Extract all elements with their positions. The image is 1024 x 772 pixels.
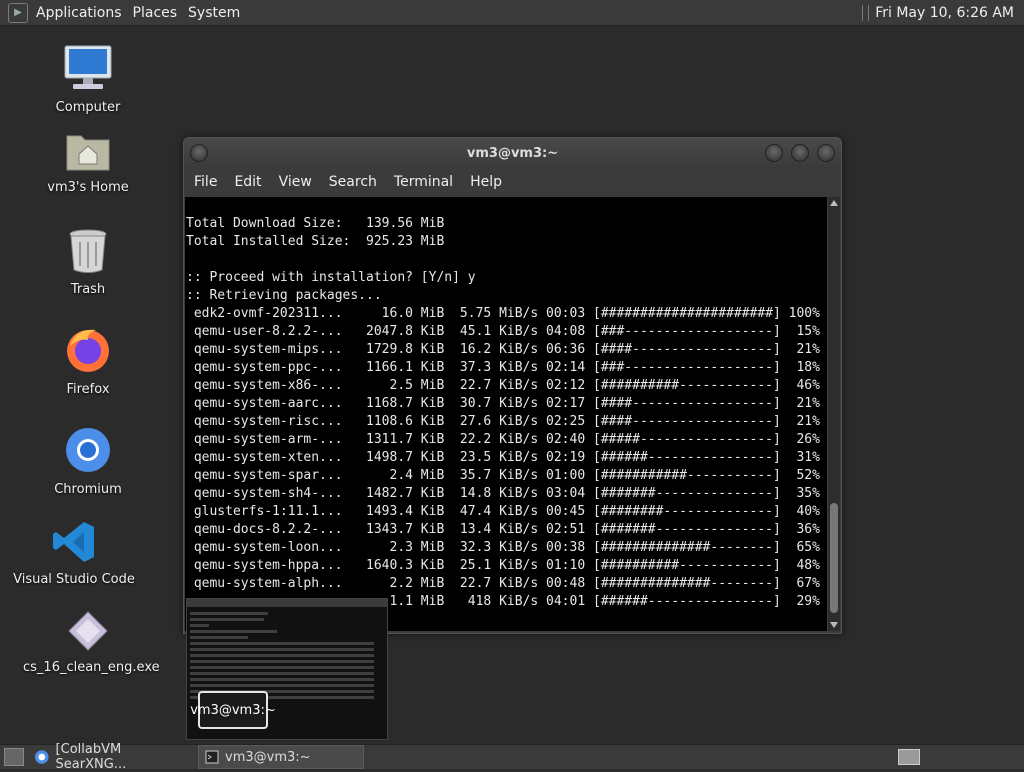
show-desktop-icon[interactable] xyxy=(4,748,24,766)
desktop-icon-computer[interactable]: Computer xyxy=(23,44,153,115)
scroll-up-icon[interactable] xyxy=(830,200,838,206)
terminal-line: qemu-user-8.2.2-... 2047.8 KiB 45.1 KiB/… xyxy=(186,324,820,339)
taskbar-item-browser[interactable]: [CollabVM SearXNG... xyxy=(28,742,198,772)
window-preview-label: vm3@vm3:~ xyxy=(190,691,276,729)
trash-icon xyxy=(23,228,153,278)
maximize-button[interactable] xyxy=(791,144,809,162)
home-folder-icon xyxy=(23,128,153,176)
firefox-icon xyxy=(23,326,153,378)
distro-logo-icon[interactable]: ▶ xyxy=(8,2,28,23)
terminal-line: qemu-system-xten... 1498.7 KiB 23.5 KiB/… xyxy=(186,450,820,465)
exe-file-icon xyxy=(23,610,153,656)
clock[interactable]: Fri May 10, 6:26 AM xyxy=(852,4,1024,21)
terminal-scrollbar[interactable] xyxy=(828,197,840,631)
menu-view[interactable]: View xyxy=(279,174,323,190)
menu-system[interactable]: System xyxy=(186,5,249,21)
desktop-icon-label: Chromium xyxy=(54,482,122,497)
terminal-line: :: Proceed with installation? [Y/n] y xyxy=(186,270,476,285)
terminal-menubar: File Edit View Search Terminal Help xyxy=(184,168,841,196)
scroll-down-icon[interactable] xyxy=(830,622,838,628)
terminal-line: glusterfs-1:11.1... 1493.4 KiB 47.4 KiB/… xyxy=(186,504,820,519)
desktop-icon-label: Visual Studio Code xyxy=(13,572,135,587)
terminal-line: qemu-system-loon... 2.3 MiB 32.3 KiB/s 0… xyxy=(186,540,820,555)
minimize-button[interactable] xyxy=(765,144,783,162)
menu-file[interactable]: File xyxy=(194,174,228,190)
menu-edit[interactable]: Edit xyxy=(234,174,272,190)
desktop-icon-exe[interactable]: cs_16_clean_eng.exe xyxy=(23,610,160,675)
window-title: vm3@vm3:~ xyxy=(466,145,559,161)
terminal-line: qemu-system-sh4-... 1482.7 KiB 14.8 KiB/… xyxy=(186,486,820,501)
taskbar-item-terminal[interactable]: vm3@vm3:~ xyxy=(198,745,364,769)
terminal-line: edk2-ovmf-202311... 16.0 MiB 5.75 MiB/s … xyxy=(186,306,820,321)
terminal-line: :: Retrieving packages... xyxy=(186,288,382,303)
bottom-taskbar: [CollabVM SearXNG... vm3@vm3:~ xyxy=(0,742,1024,772)
menu-search[interactable]: Search xyxy=(329,174,388,190)
desktop-icon-firefox[interactable]: Firefox xyxy=(23,326,153,397)
window-menu-button[interactable] xyxy=(190,144,208,162)
terminal-line: Total Download Size: 139.56 MiB xyxy=(186,216,445,231)
terminal-line: qemu-system-aarc... 1168.7 KiB 30.7 KiB/… xyxy=(186,396,820,411)
terminal-window[interactable]: vm3@vm3:~ File Edit View Search Terminal… xyxy=(183,137,842,634)
menu-help[interactable]: Help xyxy=(470,174,513,190)
desktop-icon-trash[interactable]: Trash xyxy=(23,228,153,297)
clock-text: Fri May 10, 6:26 AM xyxy=(875,4,1014,21)
terminal-line: qemu-system-arm-... 1311.7 KiB 22.2 KiB/… xyxy=(186,432,820,447)
scrollbar-thumb[interactable] xyxy=(830,503,838,613)
terminal-line: qemu-system-spar... 2.4 MiB 35.7 KiB/s 0… xyxy=(186,468,820,483)
desktop-icon-label: vm3's Home xyxy=(47,180,129,195)
desktop-icon-label: Computer xyxy=(55,100,121,115)
desktop-icon-vscode[interactable]: Visual Studio Code xyxy=(9,520,139,587)
terminal-output[interactable]: Total Download Size: 139.56 MiB Total In… xyxy=(185,197,827,631)
terminal-line: qemu-system-ppc-... 1166.1 KiB 37.3 KiB/… xyxy=(186,360,820,375)
desktop-icon-chromium[interactable]: Chromium xyxy=(23,426,153,497)
menu-applications[interactable]: Applications xyxy=(34,5,131,21)
top-panel: ▶ Applications Places System Fri May 10,… xyxy=(0,0,1024,26)
desktop-icon-label: cs_16_clean_eng.exe xyxy=(23,660,160,675)
workspace-switcher[interactable] xyxy=(898,749,920,765)
computer-icon xyxy=(23,44,153,96)
window-titlebar[interactable]: vm3@vm3:~ xyxy=(184,138,841,168)
terminal-line: qemu-system-alph... 2.2 MiB 22.7 KiB/s 0… xyxy=(186,576,820,591)
terminal-icon xyxy=(205,750,219,764)
terminal-line: qemu-system-mips... 1729.8 KiB 16.2 KiB/… xyxy=(186,342,820,357)
terminal-line: qemu-docs-8.2.2-... 1343.7 KiB 13.4 KiB/… xyxy=(186,522,820,537)
terminal-line: qemu-system-x86-... 2.5 MiB 22.7 KiB/s 0… xyxy=(186,378,820,393)
desktop-icon-label: Trash xyxy=(70,282,106,297)
terminal-line: Total Installed Size: 925.23 MiB xyxy=(186,234,445,249)
taskbar-item-label: vm3@vm3:~ xyxy=(225,749,311,765)
terminal-line: qemu-system-hppa... 1640.3 KiB 25.1 KiB/… xyxy=(186,558,820,573)
panel-separator xyxy=(862,4,870,21)
menu-places[interactable]: Places xyxy=(131,5,187,21)
preview-menubar xyxy=(187,599,387,607)
preview-content xyxy=(187,607,387,704)
desktop-icon-home[interactable]: vm3's Home xyxy=(23,128,153,195)
chromium-icon xyxy=(34,750,49,764)
vscode-icon xyxy=(9,520,139,568)
desktop-icon-label: Firefox xyxy=(66,382,110,397)
close-button[interactable] xyxy=(817,144,835,162)
chromium-icon xyxy=(23,426,153,478)
terminal-line: qemu-system-risc... 1108.6 KiB 27.6 KiB/… xyxy=(186,414,820,429)
menu-terminal[interactable]: Terminal xyxy=(394,174,464,190)
